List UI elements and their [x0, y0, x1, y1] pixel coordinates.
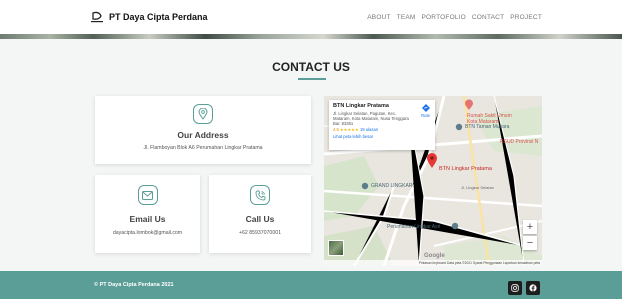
brand[interactable]: PT Daya Cipta Perdana [90, 11, 208, 23]
title-underline [298, 78, 326, 80]
nav-item-team[interactable]: TEAM [397, 14, 416, 21]
call-title: Call Us [245, 214, 275, 224]
map-place-address: Jl. Lingkar Selatan, Pagutan, Kec. Matar… [333, 111, 409, 126]
navbar-inner: PT Daya Cipta Perdana ABOUT TEAM PORTOFO… [90, 0, 542, 34]
footer: © PT Daya Cipta Perdana 2021 [0, 271, 622, 299]
route-label: Rute [421, 113, 430, 118]
dcp-logo-icon [91, 11, 103, 23]
call-text[interactable]: +62 85937070001 [209, 230, 311, 236]
email-title: Email Us [129, 214, 166, 224]
nav-menu: ABOUT TEAM PORTOFOLIO CONTACT PROJECT [367, 14, 542, 21]
map-label-btn-mutiara: BTN Taman Mutiara [465, 124, 510, 130]
map-label-jalan: Jl. Lingkar Selatan [461, 185, 494, 190]
location-pin-icon [193, 104, 213, 124]
directions-icon [421, 104, 430, 112]
address-card: Our Address Jl. Flamboyan Blok A6 Peruma… [95, 96, 311, 164]
facebook-icon[interactable] [526, 281, 540, 295]
map-rating: 4.5 ★★★★★ 19 ulasan [333, 127, 431, 132]
nav-item-project[interactable]: PROJECT [510, 14, 542, 21]
map-label-marker: BTN Lingkar Pratama [439, 166, 492, 172]
google-map-embed[interactable]: Rumah Sakit Umum Kota Mataram BTN Taman … [324, 96, 542, 266]
copyright-text: © PT Daya Cipta Perdana 2021 [94, 282, 174, 288]
email-text[interactable]: dayacipta.lombok@gmail.com [95, 230, 200, 236]
address-title: Our Address [177, 130, 229, 140]
hero-image-strip [0, 34, 622, 39]
satellite-toggle[interactable] [328, 240, 344, 256]
map-label-perumahan: Perumahan Lingkar Asri [387, 224, 441, 230]
brand-name: PT Daya Cipta Perdana [109, 12, 208, 22]
email-card: Email Us dayacipta.lombok@gmail.com [95, 175, 200, 253]
map-rating-value: 4.5 [333, 127, 339, 132]
map-info-card: BTN Lingkar Pratama Jl. Lingkar Selatan,… [329, 100, 435, 150]
map-label-rsud: RSUD Provinsi N [500, 139, 539, 145]
zoom-out-button[interactable]: − [523, 236, 537, 250]
map-larger-link[interactable]: Lihat peta lebih besar [333, 134, 431, 139]
section-title: CONTACT US [272, 60, 350, 74]
zoom-in-button[interactable]: + [523, 220, 537, 234]
envelope-icon [137, 185, 158, 205]
map-label-grand-lingkar: GRAND LINGKAR [371, 183, 413, 189]
star-rating-icon: ★★★★★ [340, 127, 359, 132]
call-card: Call Us +62 85937070001 [209, 175, 311, 253]
instagram-icon[interactable] [508, 281, 522, 295]
nav-item-portofolio[interactable]: PORTOFOLIO [422, 14, 466, 21]
navbar: PT Daya Cipta Perdana ABOUT TEAM PORTOFO… [0, 0, 622, 39]
nav-item-about[interactable]: ABOUT [367, 14, 390, 21]
map-reviews-link[interactable]: 19 ulasan [360, 127, 378, 132]
map-attribution: Pintasan keyboard Data peta ©2021 Syarat… [324, 260, 542, 266]
map-place-name: BTN Lingkar Pratama [333, 103, 389, 109]
route-button[interactable]: Rute [421, 104, 430, 118]
phone-icon [250, 185, 270, 205]
nav-item-contact[interactable]: CONTACT [472, 14, 504, 21]
address-text: Jl. Flamboyan Blok A6 Perumahan Lingkar … [143, 145, 263, 151]
google-logo: Google [424, 253, 445, 259]
